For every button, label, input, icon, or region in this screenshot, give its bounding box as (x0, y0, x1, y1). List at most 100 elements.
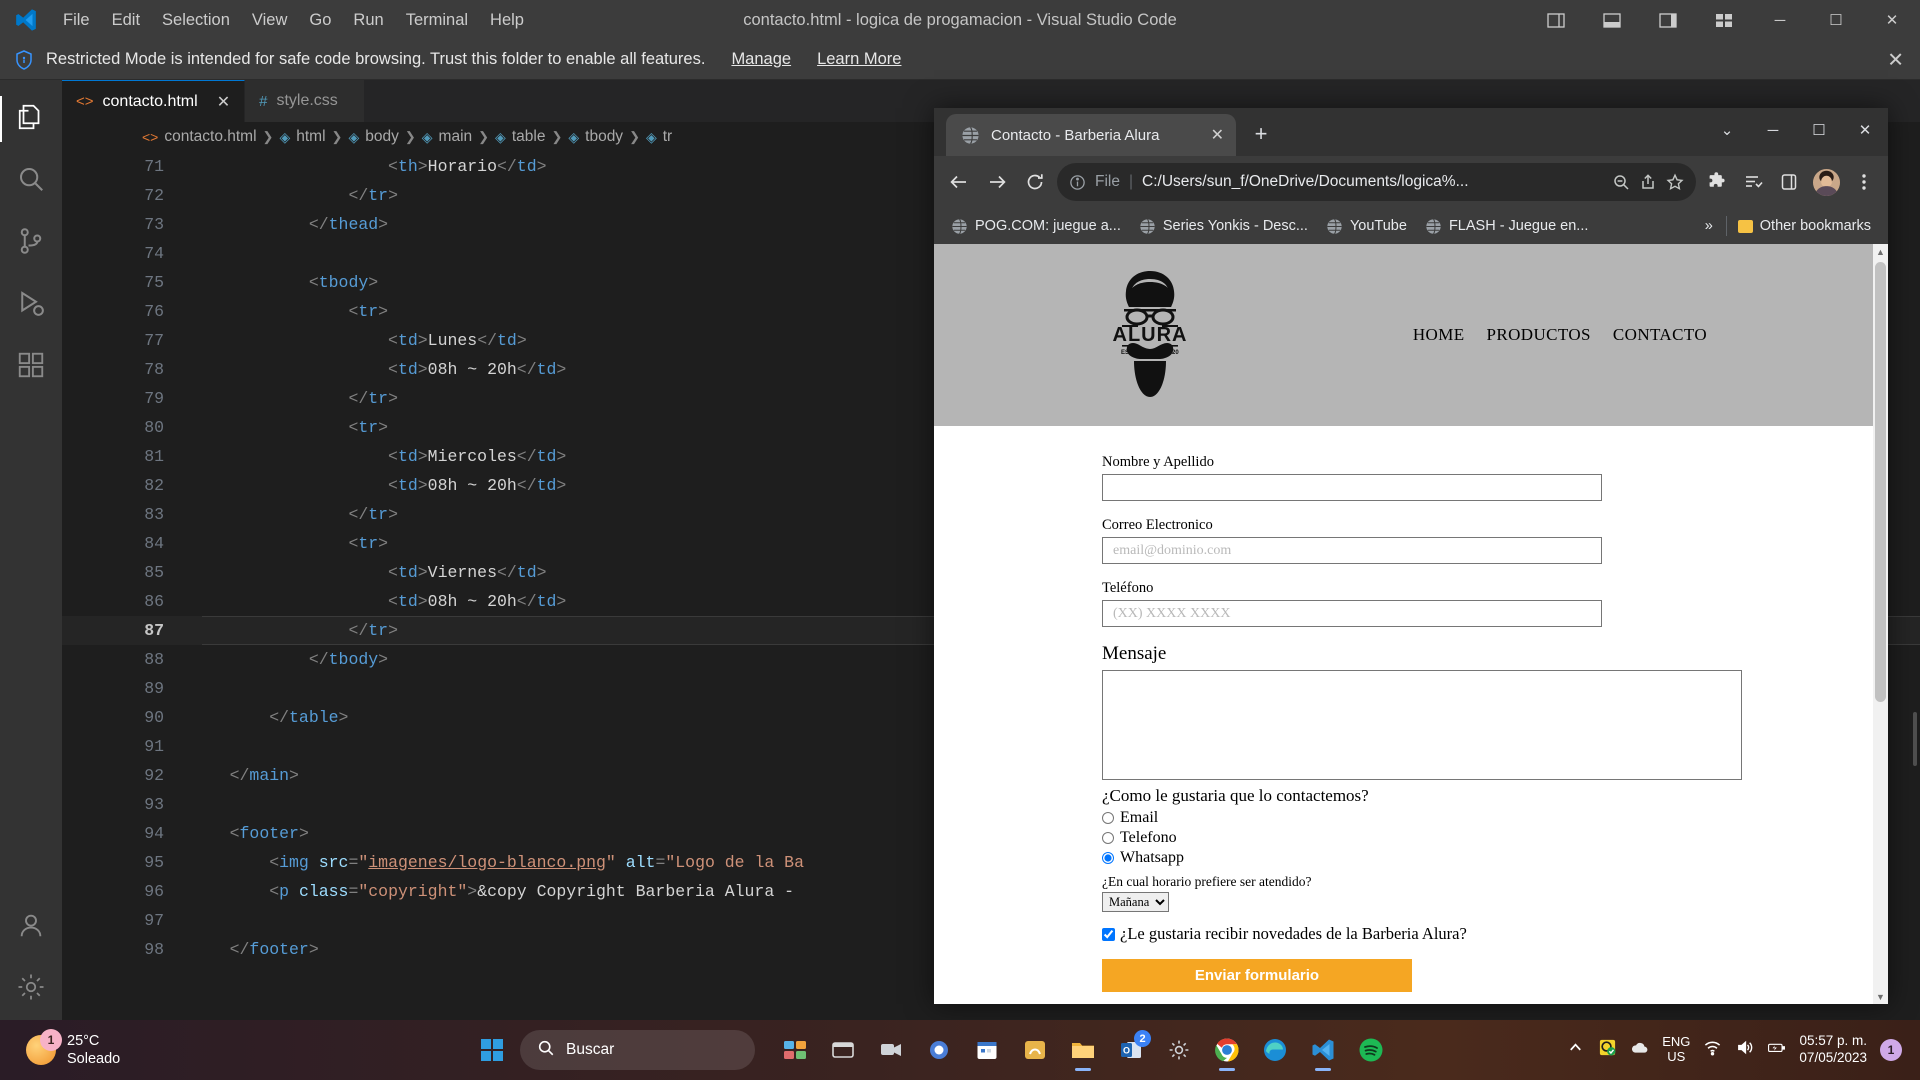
learn-more-link[interactable]: Learn More (817, 50, 901, 69)
email-input[interactable] (1102, 537, 1602, 564)
onedrive-cloud-icon[interactable] (1630, 1038, 1649, 1062)
panel-bottom-icon[interactable] (1584, 0, 1640, 40)
extensions-puzzle-icon[interactable] (1702, 166, 1732, 198)
radio-option-whatsapp[interactable]: Whatsapp (1102, 849, 1873, 867)
manage-link[interactable]: Manage (731, 50, 791, 69)
bookmark-item[interactable]: Series Yonkis - Desc... (1132, 214, 1315, 239)
sidebar-item-accounts[interactable] (0, 896, 62, 958)
sidepanel-icon[interactable] (1774, 166, 1804, 198)
panel-layout-icon[interactable] (1528, 0, 1584, 40)
other-bookmarks-button[interactable]: Other bookmarks (1731, 214, 1878, 238)
breadcrumb-main[interactable]: ◈ main (422, 128, 472, 146)
wifi-icon[interactable] (1703, 1038, 1722, 1062)
close-button[interactable]: ✕ (1842, 108, 1888, 152)
taskbar-app-file-explorer[interactable] (1061, 1028, 1105, 1072)
scroll-up-icon[interactable]: ▲ (1873, 244, 1888, 259)
maximize-button[interactable]: ☐ (1796, 108, 1842, 152)
avatar[interactable] (1813, 168, 1840, 196)
radio-whatsapp[interactable] (1102, 852, 1114, 864)
minimap[interactable] (1906, 152, 1920, 1020)
taskbar-app-edge[interactable] (1253, 1028, 1297, 1072)
sidebar-item-run-debug[interactable] (0, 274, 62, 336)
taskbar-app-store[interactable] (1013, 1028, 1057, 1072)
bookmark-item[interactable]: YouTube (1319, 214, 1414, 239)
radio-email[interactable] (1102, 812, 1114, 824)
minimize-button[interactable]: ─ (1750, 108, 1796, 152)
back-button[interactable] (943, 166, 975, 198)
menu-file[interactable]: File (52, 7, 101, 34)
forward-button[interactable] (981, 166, 1013, 198)
nav-link-home[interactable]: HOME (1413, 325, 1465, 345)
taskbar-app-settings[interactable] (1157, 1028, 1201, 1072)
breadcrumb-body[interactable]: ◈ body (348, 128, 398, 146)
sidebar-item-source-control[interactable] (0, 212, 62, 274)
taskbar-app-file-explorer-alt[interactable] (821, 1028, 865, 1072)
bookmark-item[interactable]: POG.COM: juegue a... (944, 214, 1128, 239)
scrollbar-thumb[interactable] (1875, 262, 1886, 702)
taskbar-search[interactable]: Buscar (520, 1030, 755, 1070)
url-text[interactable]: C:/Users/sun_f/OneDrive/Documents/logica… (1142, 173, 1603, 191)
menu-run[interactable]: Run (342, 7, 394, 34)
page-scrollbar[interactable]: ▲ ▼ (1873, 244, 1888, 1004)
notification-badge[interactable]: 1 (1880, 1039, 1902, 1061)
taskbar-app-outlook[interactable]: O 2 (1109, 1028, 1153, 1072)
close-icon[interactable]: ✕ (1887, 47, 1904, 72)
menu-view[interactable]: View (241, 7, 298, 34)
newsletter-row[interactable]: ¿Le gustaria recibir novedades de la Bar… (1102, 924, 1873, 944)
bookmark-star-icon[interactable] (1666, 173, 1684, 191)
message-textarea[interactable] (1102, 670, 1742, 780)
zoom-out-icon[interactable] (1612, 173, 1630, 191)
menu-go[interactable]: Go (298, 7, 342, 34)
schedule-select[interactable]: MañanaTardeNoche (1102, 892, 1169, 912)
radio-option-telefono[interactable]: Telefono (1102, 829, 1873, 847)
taskbar-app-calendar[interactable] (965, 1028, 1009, 1072)
antivirus-icon[interactable] (1598, 1038, 1617, 1062)
name-input[interactable] (1102, 474, 1602, 501)
window-maximize-button[interactable]: ☐ (1808, 0, 1864, 40)
menu-edit[interactable]: Edit (101, 7, 151, 34)
tab-style-css[interactable]: # style.css (245, 80, 366, 122)
breadcrumb-table[interactable]: ◈ table (495, 128, 545, 146)
sidebar-item-search[interactable] (0, 150, 62, 212)
customize-layout-icon[interactable] (1696, 0, 1752, 40)
reading-list-icon[interactable] (1738, 166, 1768, 198)
start-button[interactable] (470, 1028, 514, 1072)
sidebar-item-extensions[interactable] (0, 336, 62, 398)
battery-icon[interactable] (1767, 1038, 1786, 1062)
breadcrumb-tr[interactable]: ◈ tr (646, 128, 672, 146)
vscode-menubar[interactable]: File Edit Selection View Go Run Terminal… (52, 7, 535, 34)
close-icon[interactable]: ✕ (217, 92, 230, 112)
radio-option-email[interactable]: Email (1102, 809, 1873, 827)
chrome-menu-icon[interactable] (1849, 166, 1879, 198)
breadcrumb-file[interactable]: <> contacto.html (142, 128, 257, 146)
submit-button[interactable]: Enviar formulario (1102, 959, 1412, 992)
menu-selection[interactable]: Selection (151, 7, 241, 34)
newsletter-checkbox[interactable] (1102, 927, 1115, 941)
sidebar-item-settings[interactable] (0, 958, 62, 1020)
taskbar-app-security[interactable] (917, 1028, 961, 1072)
address-bar[interactable]: File | C:/Users/sun_f/OneDrive/Documents… (1057, 163, 1696, 201)
breadcrumb-html[interactable]: ◈ html (279, 128, 325, 146)
volume-icon[interactable] (1735, 1038, 1754, 1062)
taskbar-app-spotify[interactable] (1349, 1028, 1393, 1072)
browser-tab-contacto[interactable]: Contacto - Barberia Alura ✕ (946, 114, 1236, 156)
panel-right-icon[interactable] (1640, 0, 1696, 40)
menu-help[interactable]: Help (479, 7, 535, 34)
weather-widget[interactable]: 1 25°C Soleado (0, 1029, 120, 1068)
nav-link-productos[interactable]: PRODUCTOS (1487, 325, 1591, 345)
share-icon[interactable] (1639, 173, 1657, 191)
radio-telefono[interactable] (1102, 832, 1114, 844)
scroll-down-icon[interactable]: ▼ (1873, 989, 1888, 1004)
taskbar-app-teams[interactable] (869, 1028, 913, 1072)
bookmarks-overflow-icon[interactable]: » (1696, 218, 1722, 234)
new-tab-button[interactable]: + (1244, 117, 1278, 151)
nav-link-contacto[interactable]: CONTACTO (1613, 325, 1707, 345)
window-minimize-button[interactable]: ─ (1752, 0, 1808, 40)
language-indicator[interactable]: ENG US (1662, 1034, 1690, 1065)
taskbar-app-vscode[interactable] (1301, 1028, 1345, 1072)
breadcrumb-tbody[interactable]: ◈ tbody (568, 128, 623, 146)
close-icon[interactable]: ✕ (1201, 125, 1224, 145)
window-close-button[interactable]: ✕ (1864, 0, 1920, 40)
tab-contacto-html[interactable]: <> contacto.html ✕ (62, 80, 246, 122)
bookmark-item[interactable]: FLASH - Juegue en... (1418, 214, 1595, 239)
